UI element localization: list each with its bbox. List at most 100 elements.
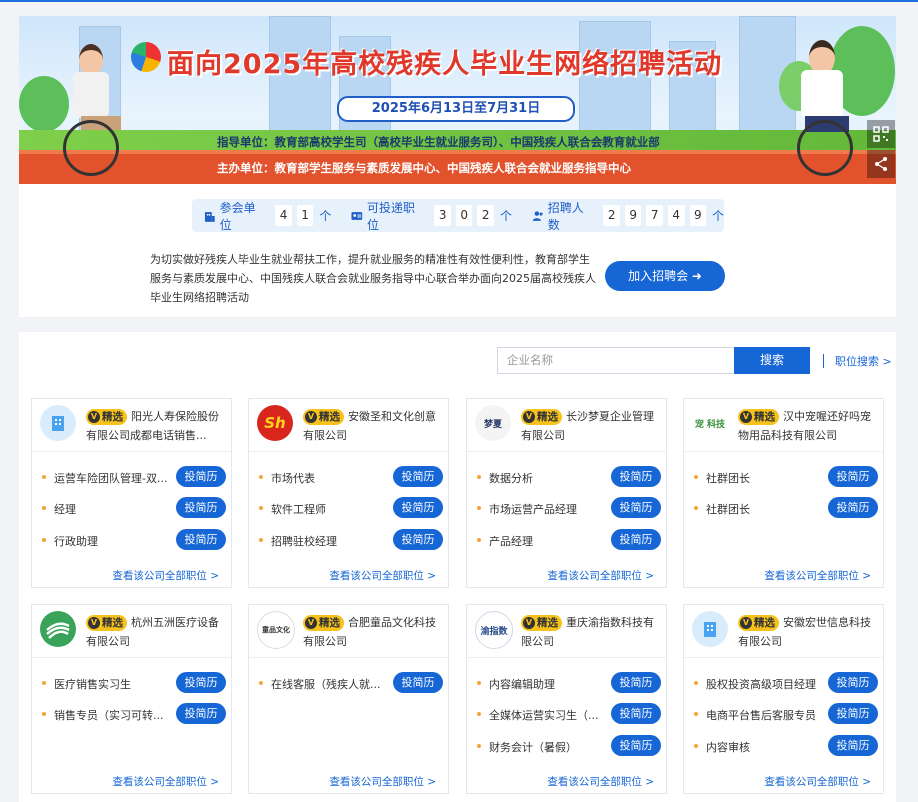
job-title[interactable]: 内容审核 [706, 739, 824, 755]
stat-unit: 个 [712, 209, 725, 223]
apply-resume-button[interactable]: 投简历 [828, 735, 878, 756]
company-name[interactable]: V 精选 合肥童品文化科技有限公司 [303, 613, 443, 651]
job-title[interactable]: 销售专员（实习可转... [54, 707, 172, 723]
apply-resume-button[interactable]: 投简历 [611, 497, 661, 518]
job-title[interactable]: 股权投资高级项目经理 [706, 676, 824, 692]
stat-label: 可投递职位 [367, 200, 416, 232]
job-title[interactable]: 财务会计（暑假） [489, 739, 607, 755]
apply-resume-button[interactable]: 投简历 [828, 466, 878, 487]
qrcode-button[interactable] [867, 120, 895, 148]
stat-digit: 2 [603, 205, 620, 226]
featured-badge: V 精选 [738, 615, 779, 631]
company-logo-text: Sh [264, 414, 286, 432]
company-card-header: Sh V 精选 安徽圣和文化创意有限公司 [249, 399, 448, 452]
stat-digit: 4 [667, 205, 685, 226]
view-all-jobs-link[interactable]: 查看该公司全部职位 > [112, 774, 219, 789]
bullet-dot [259, 681, 263, 685]
view-all-jobs-link[interactable]: 查看该公司全部职位 > [764, 568, 871, 583]
job-search-link[interactable]: 职位搜索 > [835, 353, 892, 369]
bullet-dot [477, 538, 481, 542]
job-row: 市场代表 投简历 [259, 466, 444, 488]
job-title[interactable]: 经理 [54, 501, 172, 517]
apply-resume-button[interactable]: 投简历 [176, 703, 226, 724]
job-title[interactable]: 在线客服（残疾人就... [271, 676, 389, 692]
job-title[interactable]: 内容编辑助理 [489, 676, 607, 692]
job-title[interactable]: 医疗销售实习生 [54, 676, 172, 692]
company-search-input[interactable]: 企业名称 [497, 347, 733, 374]
job-title[interactable]: 产品经理 [489, 533, 607, 549]
job-title[interactable]: 运营车险团队管理-双... [54, 470, 172, 486]
view-all-jobs-link[interactable]: 查看该公司全部职位 > [764, 774, 871, 789]
job-row: 软件工程师 投简历 [259, 497, 444, 519]
featured-badge: V 精选 [303, 615, 344, 631]
company-card[interactable]: V 精选 杭州五洲医疗设备有限公司 医疗销售实习生 投简历 销售专员（实习可转... 投简历… [31, 604, 232, 794]
job-title[interactable]: 全媒体运营实习生（... [489, 707, 607, 723]
job-title[interactable]: 数据分析 [489, 470, 607, 486]
apply-resume-button[interactable]: 投简历 [176, 672, 226, 693]
search-button[interactable]: 搜索 [734, 347, 810, 374]
apply-resume-button[interactable]: 投简历 [393, 497, 443, 518]
apply-resume-button[interactable]: 投简历 [176, 466, 226, 487]
company-name[interactable]: V 精选 安徽圣和文化创意有限公司 [303, 407, 443, 445]
stat-recruits: 招聘人数 2 9 7 4 9 个 [532, 199, 724, 233]
view-all-jobs-link[interactable]: 查看该公司全部职位 > [112, 568, 219, 583]
company-card[interactable]: Sh V 精选 安徽圣和文化创意有限公司 市场代表 投简历 软件工程师 投简历 招聘驻校经理 投简… [248, 398, 449, 588]
job-title[interactable]: 电商平台售后客服专员 [706, 707, 824, 723]
company-card[interactable]: 宠 科技 V 精选 汉中宠喔还好吗宠物用品科技有限公司 社群团长 投简历 社群团长 投简历 查看… [683, 398, 884, 588]
job-title[interactable]: 市场运营产品经理 [489, 501, 607, 517]
company-logo: Sh [257, 405, 293, 441]
apply-resume-button[interactable]: 投简历 [611, 703, 661, 724]
apply-resume-button[interactable]: 投简历 [393, 672, 443, 693]
apply-resume-button[interactable]: 投简历 [176, 529, 226, 550]
stat-digit: 7 [646, 205, 663, 226]
company-name[interactable]: V 精选 汉中宠喔还好吗宠物用品科技有限公司 [738, 407, 878, 445]
banner-title: 面向2025年高校残疾人毕业生网络招聘活动 [167, 49, 723, 80]
company-name[interactable]: V 精选 长沙梦夏企业管理有限公司 [521, 407, 661, 445]
company-card[interactable]: V 精选 安徽宏世信息科技有限公司 股权投资高级项目经理 投简历 电商平台售后客服专员 投简… [683, 604, 884, 794]
featured-badge-label: 精选 [537, 411, 558, 423]
job-title[interactable]: 行政助理 [54, 533, 172, 549]
featured-badge-label: 精选 [102, 411, 123, 423]
view-all-jobs-link[interactable]: 查看该公司全部职位 > [547, 568, 654, 583]
apply-resume-button[interactable]: 投简历 [611, 466, 661, 487]
company-card[interactable]: 渝指数 V 精选 重庆渝指数科技有限公司 内容编辑助理 投简历 全媒体运营实习生（... 投简… [466, 604, 667, 794]
apply-resume-button[interactable]: 投简历 [176, 497, 226, 518]
share-button[interactable] [867, 150, 895, 178]
job-row: 销售专员（实习可转... 投简历 [42, 703, 227, 725]
company-name[interactable]: V 精选 安徽宏世信息科技有限公司 [738, 613, 878, 651]
apply-resume-button[interactable]: 投简历 [611, 529, 661, 550]
company-name[interactable]: V 精选 杭州五洲医疗设备有限公司 [86, 613, 226, 651]
company-name[interactable]: V 精选 阳光人寿保险股份有限公司成都电话销售... [86, 407, 226, 445]
apply-resume-button[interactable]: 投简历 [393, 466, 443, 487]
view-all-jobs-link[interactable]: 查看该公司全部职位 > [329, 774, 436, 789]
apply-resume-button[interactable]: 投简历 [611, 735, 661, 756]
top-accent-line [0, 0, 918, 2]
apply-resume-button[interactable]: 投简历 [393, 529, 443, 550]
divider [823, 354, 824, 368]
job-title[interactable]: 社群团长 [706, 470, 824, 486]
company-card[interactable]: 梦夏 V 精选 长沙梦夏企业管理有限公司 数据分析 投简历 市场运营产品经理 投简历 产品经理投… [466, 398, 667, 588]
job-title[interactable]: 社群团长 [706, 501, 824, 517]
company-card-header: V 精选 安徽宏世信息科技有限公司 [684, 605, 883, 658]
bullet-dot [694, 681, 698, 685]
view-all-jobs-link[interactable]: 查看该公司全部职位 > [329, 568, 436, 583]
company-card[interactable]: V 精选 阳光人寿保险股份有限公司成都电话销售... 运营车险团队管理-双... 投简历… [31, 398, 232, 588]
bullet-dot [477, 744, 481, 748]
job-title[interactable]: 软件工程师 [271, 501, 389, 517]
company-card[interactable]: 童品文化 V 精选 合肥童品文化科技有限公司 在线客服（残疾人就... 投简历 查看该公司全… [248, 604, 449, 794]
event-description: 为切实做好残疾人毕业生就业帮扶工作，提升就业服务的精准性有效性便利性，教育部学生… [150, 253, 596, 304]
apply-resume-button[interactable]: 投简历 [828, 497, 878, 518]
featured-badge-label: 精选 [754, 617, 775, 629]
apply-resume-button[interactable]: 投简历 [611, 672, 661, 693]
apply-resume-button[interactable]: 投简历 [828, 703, 878, 724]
job-row: 股权投资高级项目经理 投简历 [694, 672, 879, 694]
stat-positions: 可投递职位 3 0 2 个 [351, 199, 512, 233]
join-fair-button[interactable]: 加入招聘会 ➜ [605, 261, 725, 291]
featured-badge: V 精选 [303, 409, 344, 425]
company-name[interactable]: V 精选 重庆渝指数科技有限公司 [521, 613, 661, 651]
view-all-jobs-link[interactable]: 查看该公司全部职位 > [547, 774, 654, 789]
apply-resume-button[interactable]: 投简历 [828, 672, 878, 693]
job-title[interactable]: 市场代表 [271, 470, 389, 486]
job-title[interactable]: 招聘驻校经理 [271, 533, 389, 549]
stat-label: 招聘人数 [547, 200, 584, 232]
